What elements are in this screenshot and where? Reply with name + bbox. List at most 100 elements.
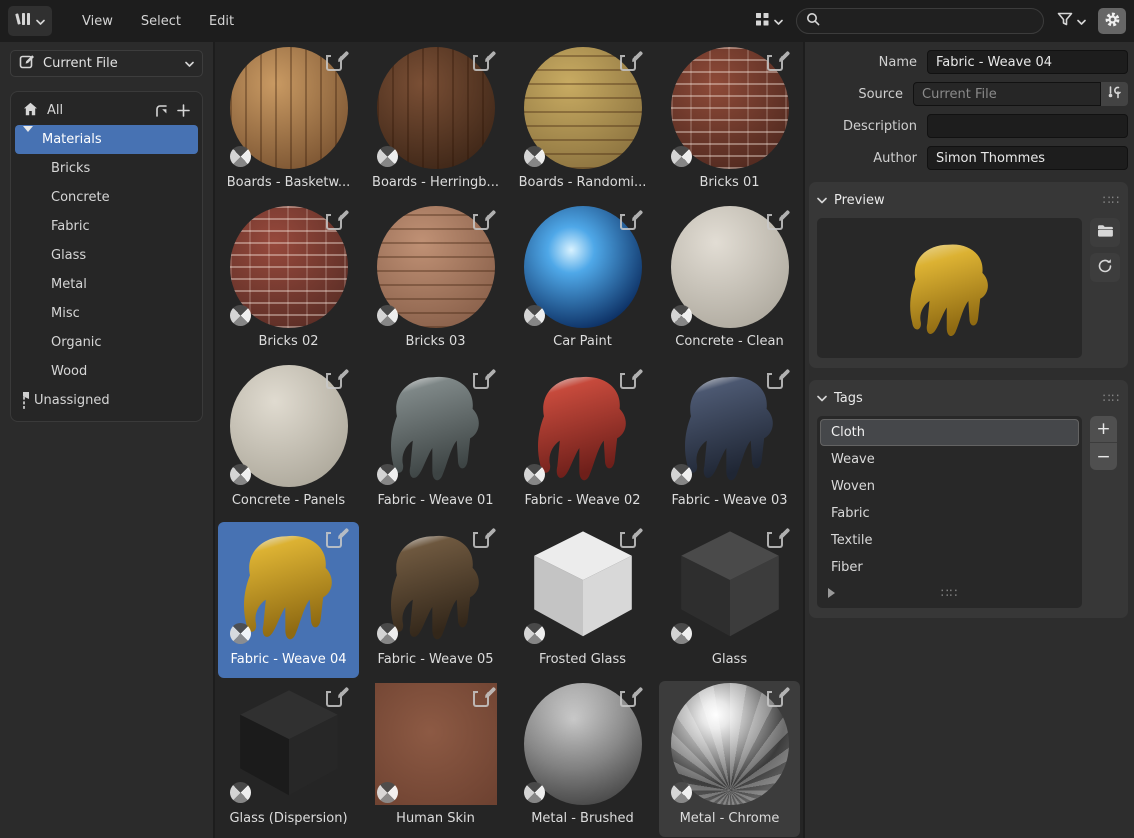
asset-tile-fabric-weave-02[interactable]: Fabric - Weave 02 — [512, 363, 653, 519]
sidebar-item-materials[interactable]: Materials — [15, 125, 198, 154]
chevron-down-icon — [817, 193, 827, 208]
field-label: Name — [809, 55, 927, 70]
author-field[interactable] — [927, 146, 1128, 170]
tag-item-cloth[interactable]: Cloth — [820, 419, 1079, 446]
source-field[interactable] — [913, 82, 1101, 106]
asset-tile-fabric-weave-01[interactable]: Fabric - Weave 01 — [365, 363, 506, 519]
gear-icon — [1104, 11, 1121, 32]
sidebar-item-bricks[interactable]: Bricks — [15, 154, 198, 183]
remove-tag-button[interactable]: − — [1090, 443, 1117, 470]
menu-edit[interactable]: Edit — [197, 9, 246, 34]
asset-grid: Boards - Basketw...Boards - Herringb...B… — [215, 42, 805, 838]
sidebar-item-metal[interactable]: Metal — [15, 270, 198, 299]
tag-item-textile[interactable]: Textile — [820, 527, 1079, 554]
expand-list-icon[interactable] — [828, 588, 835, 598]
edit-asset-icon — [473, 367, 495, 389]
panel-grip-icon[interactable]: ∷∷ — [1103, 391, 1120, 405]
asset-name-label: Glass — [659, 652, 800, 667]
asset-name-label: Fabric - Weave 05 — [365, 652, 506, 667]
library-tools-button[interactable] — [1101, 82, 1128, 106]
asset-tile-glass-dispersion[interactable]: Glass (Dispersion) — [218, 681, 359, 837]
asset-tile-bricks-03[interactable]: Bricks 03 — [365, 204, 506, 360]
asset-library-select[interactable]: Current File — [10, 50, 203, 77]
asset-tile-bricks-02[interactable]: Bricks 02 — [218, 204, 359, 360]
panel-grip-icon[interactable]: ∷∷ — [1103, 193, 1120, 207]
asset-tile-fabric-weave-03[interactable]: Fabric - Weave 03 — [659, 363, 800, 519]
edit-asset-icon — [326, 49, 348, 71]
sidebar-item-glass[interactable]: Glass — [15, 241, 198, 270]
display-mode-button[interactable] — [749, 7, 789, 36]
asset-tile-concrete-panels[interactable]: Concrete - Panels — [218, 363, 359, 519]
edit-asset-icon — [473, 685, 495, 707]
asset-browser-window: ViewSelectEdit — [0, 0, 1134, 838]
asset-tile-fabric-weave-05[interactable]: Fabric - Weave 05 — [365, 522, 506, 678]
tag-item-fiber[interactable]: Fiber — [820, 554, 1079, 581]
unassigned-catalog-icon — [23, 393, 25, 408]
topbar: ViewSelectEdit — [0, 0, 1134, 42]
folder-icon — [1097, 224, 1114, 242]
asset-tile-bricks-01[interactable]: Bricks 01 — [659, 45, 800, 201]
edit-asset-icon — [473, 526, 495, 548]
asset-browser-icon — [15, 11, 32, 31]
new-catalog-icon[interactable] — [155, 104, 190, 118]
list-resize-grip-icon[interactable]: ∷∷ — [941, 586, 958, 600]
sidebar-item-wood[interactable]: Wood — [15, 357, 198, 386]
settings-gear-button[interactable] — [1098, 8, 1126, 34]
asset-tile-fabric-weave-04[interactable]: Fabric - Weave 04 — [218, 522, 359, 678]
asset-tile-human-skin[interactable]: Human Skin — [365, 681, 506, 837]
thumbnail-grid-icon — [755, 12, 770, 31]
sidebar-item-all[interactable]: All — [15, 96, 198, 125]
tags-panel: Tags ∷∷ ClothWeaveWovenFabricTextileFibe… — [809, 380, 1128, 618]
name-field[interactable] — [927, 50, 1128, 74]
asset-tile-metal-brushed[interactable]: Metal - Brushed — [512, 681, 653, 837]
catalog-label: Materials — [42, 132, 190, 147]
asset-tile-boards-herringb[interactable]: Boards - Herringb... — [365, 45, 506, 201]
asset-name-label: Bricks 01 — [659, 175, 800, 190]
wrench-screwdriver-icon — [1107, 85, 1122, 104]
chevron-down-icon — [817, 391, 827, 406]
menu-view[interactable]: View — [70, 9, 125, 34]
asset-tile-boards-randomi[interactable]: Boards - Randomi... — [512, 45, 653, 201]
preview-panel-header[interactable]: Preview ∷∷ — [817, 188, 1120, 212]
edit-asset-icon — [326, 367, 348, 389]
tags-panel-title: Tags — [834, 391, 1096, 406]
filter-button[interactable] — [1051, 7, 1092, 35]
asset-name-label: Human Skin — [365, 811, 506, 826]
description-field[interactable] — [927, 114, 1128, 138]
search-input[interactable] — [826, 14, 1034, 29]
asset-name-label: Bricks 02 — [218, 334, 359, 349]
sidebar-item-fabric[interactable]: Fabric — [15, 212, 198, 241]
sidebar-item-misc[interactable]: Misc — [15, 299, 198, 328]
catalog-label: Glass — [51, 248, 190, 263]
asset-name-label: Metal - Chrome — [659, 811, 800, 826]
tags-panel-header[interactable]: Tags ∷∷ — [817, 386, 1120, 410]
asset-tile-glass[interactable]: Glass — [659, 522, 800, 678]
asset-tile-car-paint[interactable]: Car Paint — [512, 204, 653, 360]
tag-item-fabric[interactable]: Fabric — [820, 500, 1079, 527]
tag-add-remove-group: + − — [1090, 416, 1117, 470]
menu-select[interactable]: Select — [129, 9, 193, 34]
chevron-down-icon — [1077, 14, 1086, 29]
disclosure-triangle-icon[interactable] — [23, 132, 33, 147]
sidebar-item-concrete[interactable]: Concrete — [15, 183, 198, 212]
generate-preview-button[interactable] — [1090, 253, 1120, 282]
add-tag-button[interactable]: + — [1090, 416, 1117, 443]
catalog-label: Wood — [51, 364, 190, 379]
tag-item-woven[interactable]: Woven — [820, 473, 1079, 500]
asset-tile-concrete-clean[interactable]: Concrete - Clean — [659, 204, 800, 360]
edit-asset-icon — [767, 367, 789, 389]
sidebar-item-unassigned[interactable]: Unassigned — [15, 386, 198, 415]
sidebar-item-organic[interactable]: Organic — [15, 328, 198, 357]
catalog-label: Fabric — [51, 219, 190, 234]
editor-type-button[interactable] — [8, 6, 52, 36]
asset-tile-frosted-glass[interactable]: Frosted Glass — [512, 522, 653, 678]
load-custom-preview-button[interactable] — [1090, 218, 1120, 247]
field-label: Source — [809, 87, 913, 102]
chevron-down-icon — [185, 56, 194, 71]
edit-asset-icon — [620, 526, 642, 548]
asset-tile-metal-chrome[interactable]: Metal - Chrome — [659, 681, 800, 837]
tag-item-weave[interactable]: Weave — [820, 446, 1079, 473]
catalog-label: Misc — [51, 306, 190, 321]
asset-tile-boards-basketw[interactable]: Boards - Basketw... — [218, 45, 359, 201]
search-field[interactable] — [796, 8, 1044, 34]
